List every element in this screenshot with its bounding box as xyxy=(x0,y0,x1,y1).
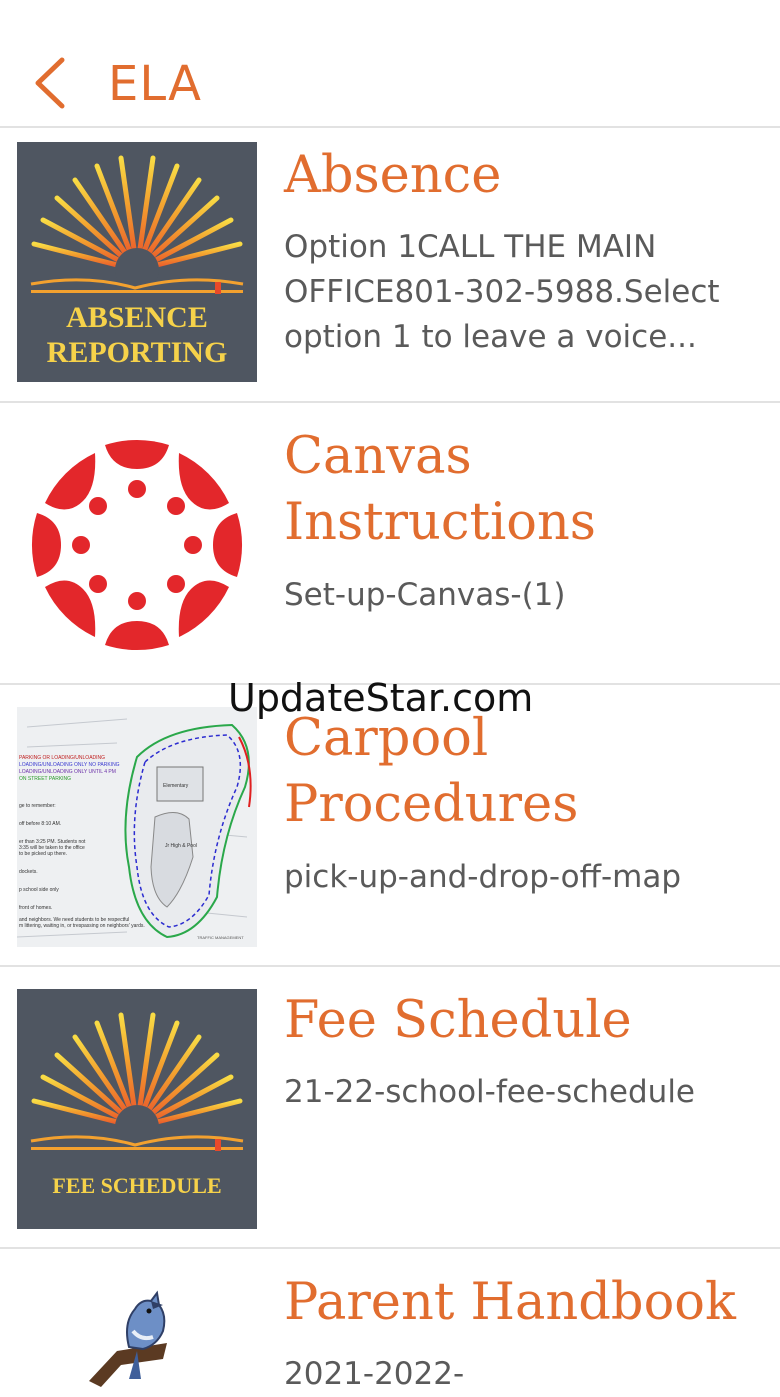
svg-text:Elementary: Elementary xyxy=(163,783,189,789)
list-item-carpool-procedures[interactable]: PARKING OR LOADING/UNLOADING LOADING/UNL… xyxy=(0,685,780,967)
item-title: Absence xyxy=(284,146,502,205)
svg-text:to be picked up there.: to be picked up there. xyxy=(19,851,67,857)
absence-reporting-thumbnail: ABSENCE REPORTING xyxy=(17,142,257,382)
svg-text:dockets.: dockets. xyxy=(19,869,38,875)
item-title: Parent Handbook xyxy=(284,1273,736,1332)
canvas-logo-icon xyxy=(17,425,257,665)
svg-text:PARKING OR LOADING/UNLOADING: PARKING OR LOADING/UNLOADING xyxy=(19,755,105,761)
svg-text:p school side only: p school side only xyxy=(19,887,59,893)
svg-text:TRAFFIC MANAGEMENT: TRAFFIC MANAGEMENT xyxy=(197,935,244,940)
svg-text:ge to remember:: ge to remember: xyxy=(19,803,56,809)
svg-text:LOADING/UNLOADING ONLY UNTIL 4: LOADING/UNLOADING ONLY UNTIL 4 PM xyxy=(19,769,116,775)
item-description: 21-22-school-fee-schedule xyxy=(284,1074,696,1110)
svg-text:FEE SCHEDULE: FEE SCHEDULE xyxy=(52,1173,221,1198)
item-description: Option 1CALL THE MAIN OFFICE801-302-5988… xyxy=(284,229,720,355)
svg-text:front of homes.: front of homes. xyxy=(19,905,52,911)
item-description: pick-up-and-drop-off-map xyxy=(284,859,682,895)
carpool-map-thumbnail: PARKING OR LOADING/UNLOADING LOADING/UNL… xyxy=(17,707,257,947)
updatestar-watermark: UpdateStar.com xyxy=(228,676,534,720)
back-chevron-icon[interactable] xyxy=(30,56,74,110)
fee-schedule-thumbnail: FEE SCHEDULE xyxy=(17,989,257,1229)
list-item-fee-schedule[interactable]: FEE SCHEDULE Fee Schedule 21-22-school-f… xyxy=(0,967,780,1249)
item-title-line-2: Procedures xyxy=(284,775,579,834)
list-item-canvas-instructions[interactable]: Canvas Instructions Set-up-Canvas-(1) xyxy=(0,403,780,685)
list-item-absence[interactable]: ABSENCE REPORTING Absence Option 1CALL T… xyxy=(0,128,780,403)
svg-text:LOADING/UNLOADING ONLY NO PA: LOADING/UNLOADING ONLY NO PARKING xyxy=(19,762,120,768)
svg-text:off before 8:10 AM.: off before 8:10 AM. xyxy=(19,821,61,827)
svg-text:ON STREET PARKING: ON STREET PARKING xyxy=(19,776,71,782)
page-title: ELA xyxy=(108,56,203,112)
svg-text:ABSENCE: ABSENCE xyxy=(66,301,208,334)
item-title: Fee Schedule xyxy=(284,991,632,1050)
item-title-line-1: Canvas xyxy=(284,427,472,486)
item-description: Set-up-Canvas-(1) xyxy=(284,577,566,613)
list-item-parent-handbook[interactable]: Parent Handbook 2021-2022- xyxy=(0,1249,780,1392)
svg-text:REPORTING: REPORTING xyxy=(47,336,228,369)
svg-text:Jr High & Pool: Jr High & Pool xyxy=(165,843,197,849)
svg-text:m littering, waiting in, or tr: m littering, waiting in, or trespassing … xyxy=(19,923,145,929)
item-title-line-2: Instructions xyxy=(284,493,596,552)
app-header: ELA xyxy=(0,0,780,128)
item-description: 2021-2022- xyxy=(284,1356,465,1392)
bluejay-mascot-thumbnail xyxy=(17,1271,257,1387)
